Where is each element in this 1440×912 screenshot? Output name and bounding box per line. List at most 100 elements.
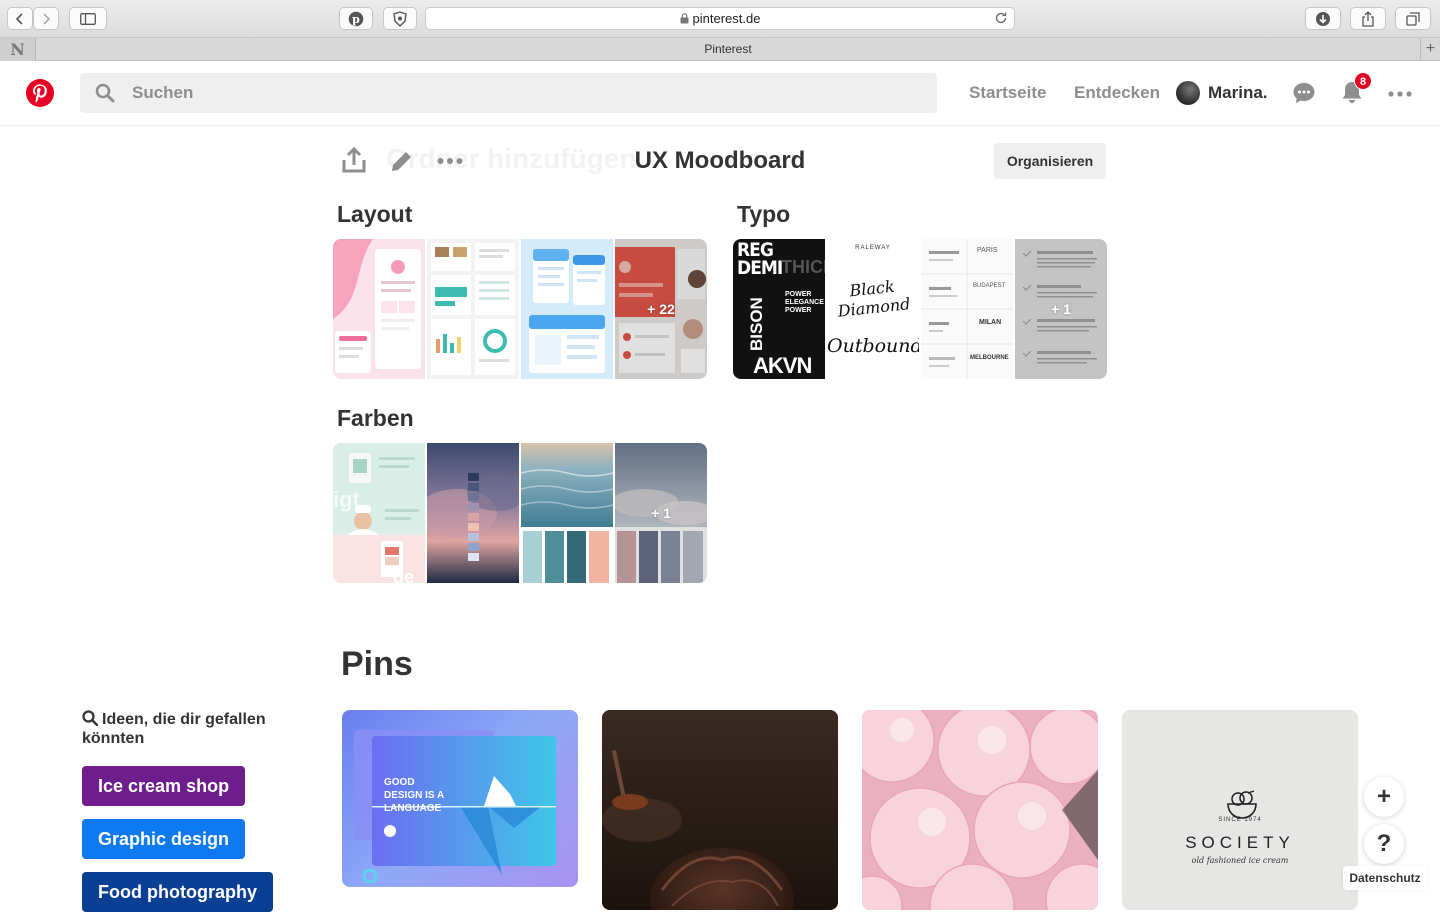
pink-app-mockup-image xyxy=(333,239,421,373)
pin-card-strawberry[interactable] xyxy=(862,710,1098,910)
search-icon xyxy=(82,710,98,726)
typo-thick: THICK xyxy=(781,257,825,277)
avatar xyxy=(1176,81,1200,105)
profile-link[interactable]: Marina. xyxy=(1176,81,1268,105)
tabs-overview-button[interactable] xyxy=(1395,7,1431,30)
pin-image-design-language xyxy=(354,730,556,884)
typo-milan: MILAN xyxy=(979,319,1002,326)
typo-thumb-1: REG DEMI THICK BISON POWER ELEGANCE POWE… xyxy=(733,239,825,379)
search-icon xyxy=(95,83,115,103)
typo-more-count: + 1 xyxy=(1051,301,1071,317)
search-input[interactable] xyxy=(132,73,912,113)
pinterest-extension-button[interactable]: p xyxy=(339,7,373,30)
typo-akvn: AKVN xyxy=(753,353,812,378)
section-title-farben[interactable]: Farben xyxy=(337,405,414,432)
new-tab-button[interactable]: + xyxy=(1420,38,1440,61)
pinterest-logo-icon[interactable] xyxy=(26,79,54,107)
download-icon xyxy=(1316,11,1330,26)
ideas-heading-text: Ideen, die dir gefallen könnten xyxy=(82,711,266,747)
typo-thumb-3: PARIS BUDAPEST MILAN MELBOURNE xyxy=(921,239,1013,379)
notification-badge: 8 xyxy=(1354,72,1372,90)
upload-icon[interactable] xyxy=(341,146,367,174)
society-brand: SOCIETY xyxy=(1185,833,1295,852)
board-more-icon[interactable] xyxy=(437,157,463,165)
share-button[interactable] xyxy=(1350,7,1386,30)
typo-black-diamond: Black Diamond xyxy=(836,276,912,321)
create-pin-button[interactable]: + xyxy=(1364,777,1404,817)
layout-thumb-2 xyxy=(427,239,519,379)
section-layout-preview[interactable]: + 22 xyxy=(333,239,707,379)
typo-power-2: POWER xyxy=(785,307,812,314)
idea-chip-ice-cream-shop[interactable]: Ice cream shop xyxy=(82,766,246,806)
idea-chip-food-photography[interactable]: Food photography xyxy=(82,872,273,912)
layout-thumb-3 xyxy=(521,239,613,379)
forward-button[interactable] xyxy=(33,7,59,30)
search-bar xyxy=(80,73,937,113)
pins-heading: Pins xyxy=(341,645,413,683)
active-tab-title[interactable]: Pinterest xyxy=(36,38,1420,61)
typo-elegance-1: ELEGANCE xyxy=(785,299,824,306)
pin-card-design[interactable]: GOOD DESIGN IS A LANGUAGE xyxy=(342,710,578,887)
pinterest-icon: p xyxy=(348,11,364,26)
section-title-layout[interactable]: Layout xyxy=(337,201,412,228)
reload-icon[interactable] xyxy=(994,11,1008,25)
site-header: Startseite Entdecken Marina. 8 xyxy=(0,61,1440,126)
ideas-heading: Ideen, die dir gefallen könnten xyxy=(82,710,282,748)
share-icon xyxy=(1362,10,1374,27)
typo-bison: BISON xyxy=(747,297,766,351)
sunset-clouds-palette-image xyxy=(427,443,519,583)
lock-icon xyxy=(680,13,689,24)
board-title: UX Moodboard xyxy=(634,147,806,174)
pinned-tab-letter: N xyxy=(10,40,25,59)
typo-demi: DEMI xyxy=(737,257,783,279)
organize-button[interactable]: Organisieren xyxy=(994,143,1106,179)
farben-thumb-2 xyxy=(427,443,519,583)
section-typo-preview[interactable]: REG DEMI THICK BISON POWER ELEGANCE POWE… xyxy=(733,239,1107,379)
society-tagline: old fashioned ice cream xyxy=(1191,856,1289,865)
farben-thumb-4: + 1 xyxy=(615,443,707,583)
pin-card-chocolate[interactable] xyxy=(602,710,838,910)
pin-image-strawberry-ice-cream xyxy=(862,710,1098,910)
section-farben-preview[interactable]: igt de + 1 xyxy=(333,443,707,583)
edit-pencil-icon[interactable] xyxy=(389,148,415,174)
typo-budapest: BUDAPEST xyxy=(973,283,1006,289)
help-button[interactable]: ? xyxy=(1364,824,1404,864)
tab-bar: N Pinterest + xyxy=(0,38,1440,61)
sidebar-toggle-button[interactable] xyxy=(69,7,107,30)
chevron-left-icon xyxy=(15,12,23,25)
idea-chip-graphic-design[interactable]: Graphic design xyxy=(82,819,246,859)
svg-text:de: de xyxy=(393,567,414,583)
sidebar-icon xyxy=(80,12,96,25)
ocean-palette-image xyxy=(521,443,613,583)
user-name: Marina. xyxy=(1208,83,1268,102)
add-section-ghost-text: Ordner hinzufügen xyxy=(386,143,637,174)
chevron-right-icon xyxy=(43,12,51,25)
back-button[interactable] xyxy=(7,7,33,30)
pin-card-society[interactable]: SINCE 1974 SOCIETY old fashioned ice cre… xyxy=(1122,710,1358,910)
browser-toolbar: p pinterest.de xyxy=(0,0,1440,38)
layout-thumb-4: + 22 xyxy=(615,239,707,379)
layout-thumb-1 xyxy=(333,239,425,379)
messages-icon[interactable] xyxy=(1292,81,1316,105)
address-bar[interactable]: pinterest.de xyxy=(425,7,1015,30)
typo-melbourne: MELBOURNE xyxy=(970,355,1009,361)
teal-dashboard-image xyxy=(431,243,515,375)
blue-cards-image xyxy=(521,239,613,379)
nav-home-link[interactable]: Startseite xyxy=(969,83,1046,103)
typo-raleway: RALEWAY xyxy=(855,245,891,251)
chef-website-image: igt de xyxy=(333,443,425,583)
svg-text:p: p xyxy=(352,13,360,26)
pinned-tab[interactable]: N xyxy=(0,38,36,61)
privacy-link[interactable]: Datenschutz xyxy=(1343,866,1427,890)
layout-more-count: + 22 xyxy=(647,301,675,317)
section-title-typo[interactable]: Typo xyxy=(737,201,790,228)
farben-thumb-3 xyxy=(521,443,613,583)
shield-icon xyxy=(393,10,407,27)
downloads-button[interactable] xyxy=(1305,7,1341,30)
privacy-extension-button[interactable] xyxy=(383,7,417,30)
nav-explore-link[interactable]: Entdecken xyxy=(1074,83,1160,103)
farben-thumb-1: igt de xyxy=(333,443,425,583)
more-options-icon[interactable] xyxy=(1388,91,1412,97)
typo-thumb-4: + 1 xyxy=(1015,239,1107,379)
typo-paris: PARIS xyxy=(977,247,998,254)
